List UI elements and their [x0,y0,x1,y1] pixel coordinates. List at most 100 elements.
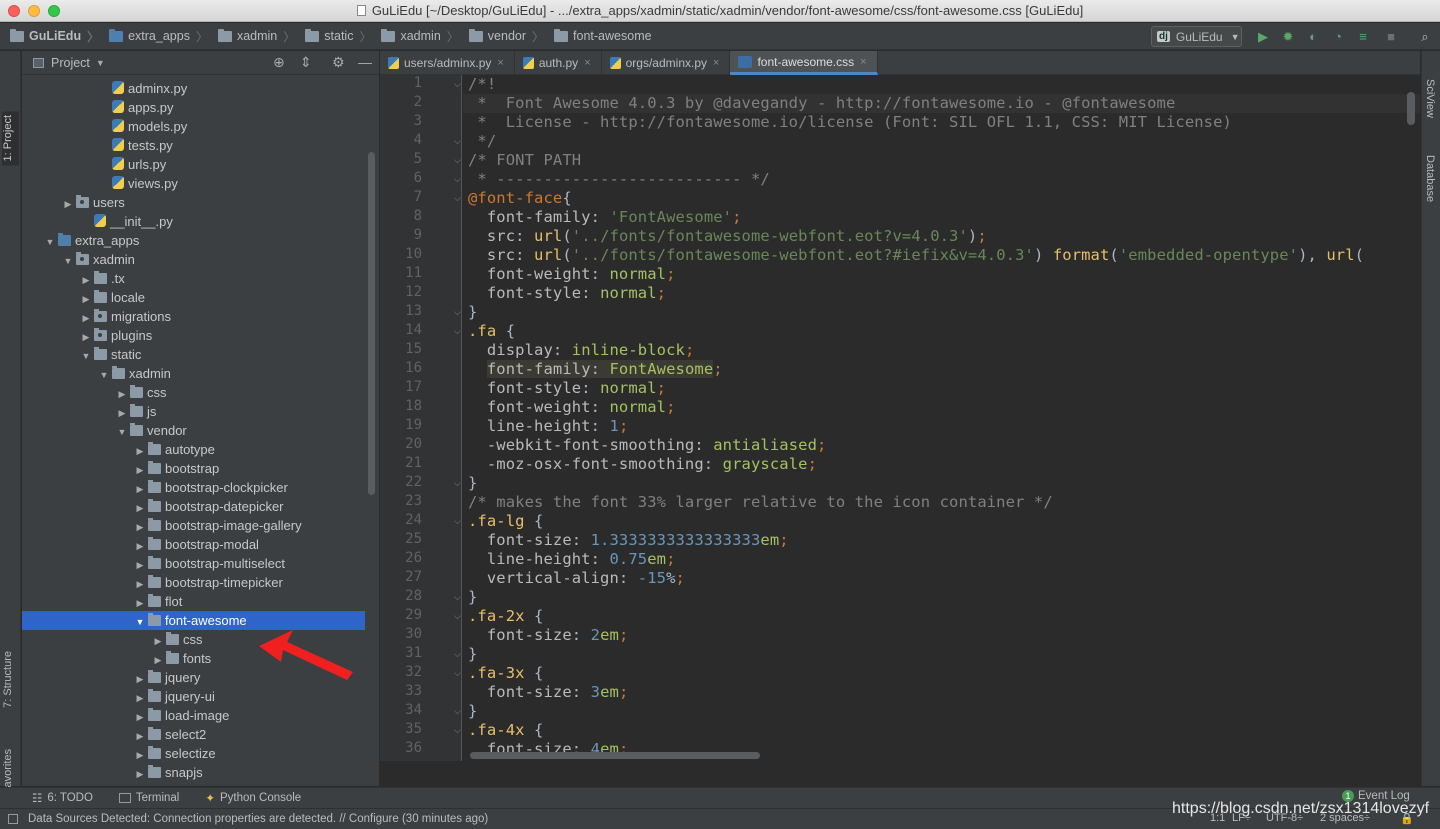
close-tab-icon[interactable]: × [584,57,590,69]
toggle-tool-windows-icon[interactable] [8,814,18,824]
minimize-window-button[interactable] [28,5,40,17]
code-line[interactable]: } [468,588,477,607]
project-view-selector[interactable]: Project [51,56,90,70]
tree-item[interactable]: ▶ css [22,383,365,402]
tree-scrollbar[interactable] [368,152,375,495]
code-line[interactable]: @font-face{ [468,189,572,208]
collapse-all-icon[interactable]: ⇕ [300,54,312,71]
code-line[interactable]: * License - http://fontawesome.io/licens… [468,113,1232,132]
breadcrumb-item[interactable]: xadmin 〉 [217,28,295,45]
run-icon[interactable]: ▶ [1256,30,1270,44]
fold-marker-icon[interactable]: ⌵ [454,592,463,603]
code-line[interactable]: font-size: 2em; [468,626,628,645]
tree-item[interactable]: ▼ xadmin [22,250,365,269]
code-line[interactable]: .fa-4x { [468,721,543,740]
fold-marker-icon[interactable]: ⌵ [454,307,463,318]
tree-item[interactable]: ▶ bootstrap-modal [22,535,365,554]
todo-tool-button[interactable]: ☷ 6: TODO [32,791,93,805]
code-line[interactable]: font-size: 1.3333333333333333em; [468,531,789,550]
code-line[interactable]: .fa-3x { [468,664,543,683]
close-window-button[interactable] [8,5,20,17]
fold-marker-icon[interactable]: ⌵ [454,155,463,166]
fold-marker-icon[interactable]: ⌵ [454,79,463,90]
code-line[interactable]: .fa { [468,322,515,341]
fold-marker-icon[interactable]: ⌵ [454,193,463,204]
tree-item[interactable]: __init__.py [22,212,365,231]
code-line[interactable]: line-height: 0.75em; [468,550,676,569]
terminal-tool-button[interactable]: Terminal [118,792,179,804]
breadcrumb-item[interactable]: GuLiEdu 〉 [10,28,99,45]
run-configuration-dropdown[interactable]: dj GuLiEdu ▼ [1151,26,1242,47]
code-line[interactable]: */ [468,132,496,151]
tree-item[interactable]: ▶ jquery-ui [22,687,365,706]
breadcrumb-item[interactable]: static 〉 [305,28,371,45]
tree-item[interactable]: ▶ select2 [22,725,365,744]
fold-marker-icon[interactable]: ⌵ [454,136,463,147]
debug-icon[interactable]: ✹ [1281,30,1295,44]
tree-item[interactable]: ▶ .tx [22,269,365,288]
code-line[interactable]: } [468,702,477,721]
tree-item[interactable]: ▶ bootstrap-datepicker [22,497,365,516]
tree-item[interactable]: views.py [22,174,365,193]
code-line[interactable]: src: url('../fonts/fontawesome-webfont.e… [468,227,987,246]
tree-item[interactable]: ▼ extra_apps [22,231,365,250]
tree-item[interactable]: ▶ autotype [22,440,365,459]
tree-item[interactable]: adminx.py [22,79,365,98]
code-editor[interactable]: /*! * Font Awesome 4.0.3 by @davegandy -… [463,75,1420,761]
stop-icon[interactable]: ■ [1384,30,1398,44]
tree-item[interactable]: ▶ flot [22,592,365,611]
tree-item[interactable]: ▼ static [22,345,365,364]
tool-tab-project[interactable]: 1: Project [2,111,19,166]
code-line[interactable]: font-weight: normal; [468,398,676,417]
tool-tab-database[interactable]: Database [1424,155,1436,202]
tree-item[interactable]: ▶ bootstrap-timepicker [22,573,365,592]
editor-horizontal-scrollbar[interactable] [470,752,760,759]
close-tab-icon[interactable]: × [497,57,503,69]
code-line[interactable]: * -------------------------- */ [468,170,770,189]
fold-marker-icon[interactable]: ⌵ [454,725,463,736]
breadcrumb-item[interactable]: extra_apps 〉 [109,28,208,45]
code-line[interactable]: font-size: 3em; [468,683,628,702]
caret-down-icon[interactable]: ▼ [96,58,105,68]
concurrency-icon[interactable]: ≡ [1356,30,1370,44]
fold-marker-icon[interactable]: ⌵ [454,326,463,337]
python-console-tool-button[interactable]: ✦ Python Console [205,791,301,805]
editor-tab[interactable]: users/adminx.py × [380,51,515,75]
tree-item[interactable]: ▶ locale [22,288,365,307]
code-line[interactable]: } [468,474,477,493]
code-line[interactable]: /* makes the font 33% larger relative to… [468,493,1053,512]
code-line[interactable]: vertical-align: -15%; [468,569,685,588]
breadcrumb-item[interactable]: vendor 〉 [468,28,544,45]
code-line[interactable]: font-family: FontAwesome; [468,360,723,379]
code-line[interactable]: /* FONT PATH [468,151,581,170]
fold-marker-icon[interactable]: ⌵ [454,478,463,489]
tool-tab-sciview[interactable]: SciView [1424,79,1436,118]
fold-marker-icon[interactable]: ⌵ [454,516,463,527]
tree-item[interactable]: models.py [22,117,365,136]
tree-item[interactable]: ▶ js [22,402,365,421]
editor-tab[interactable]: font-awesome.css × [730,51,878,75]
fold-marker-icon[interactable]: ⌵ [454,649,463,660]
fold-marker-icon[interactable]: ⌵ [454,706,463,717]
tree-item[interactable]: tests.py [22,136,365,155]
maximize-window-button[interactable] [48,5,60,17]
tree-item[interactable]: ▶ migrations [22,307,365,326]
code-line[interactable]: line-height: 1; [468,417,628,436]
fold-marker-icon[interactable]: ⌵ [454,668,463,679]
breadcrumb-item[interactable]: font-awesome [554,28,652,43]
tree-item[interactable]: ▶ load-image [22,706,365,725]
tree-item[interactable]: urls.py [22,155,365,174]
code-line[interactable]: src: url('../fonts/fontawesome-webfont.e… [468,246,1364,265]
breadcrumb-item[interactable]: xadmin 〉 [381,28,459,45]
close-tab-icon[interactable]: × [860,56,866,68]
close-tab-icon[interactable]: × [713,57,719,69]
fold-marker-icon[interactable]: ⌵ [454,174,463,185]
editor-tab[interactable]: auth.py × [515,51,602,75]
tree-item[interactable]: ▼ xadmin [22,364,365,383]
code-line[interactable]: /*! [468,75,496,94]
tool-tab-structure[interactable]: 7: Structure [2,651,14,708]
code-line[interactable]: -moz-osx-font-smoothing: grayscale; [468,455,817,474]
code-line[interactable]: } [468,645,477,664]
locate-icon[interactable]: ⊕ [273,54,285,71]
coverage-icon[interactable]: ◐ [1306,30,1320,44]
